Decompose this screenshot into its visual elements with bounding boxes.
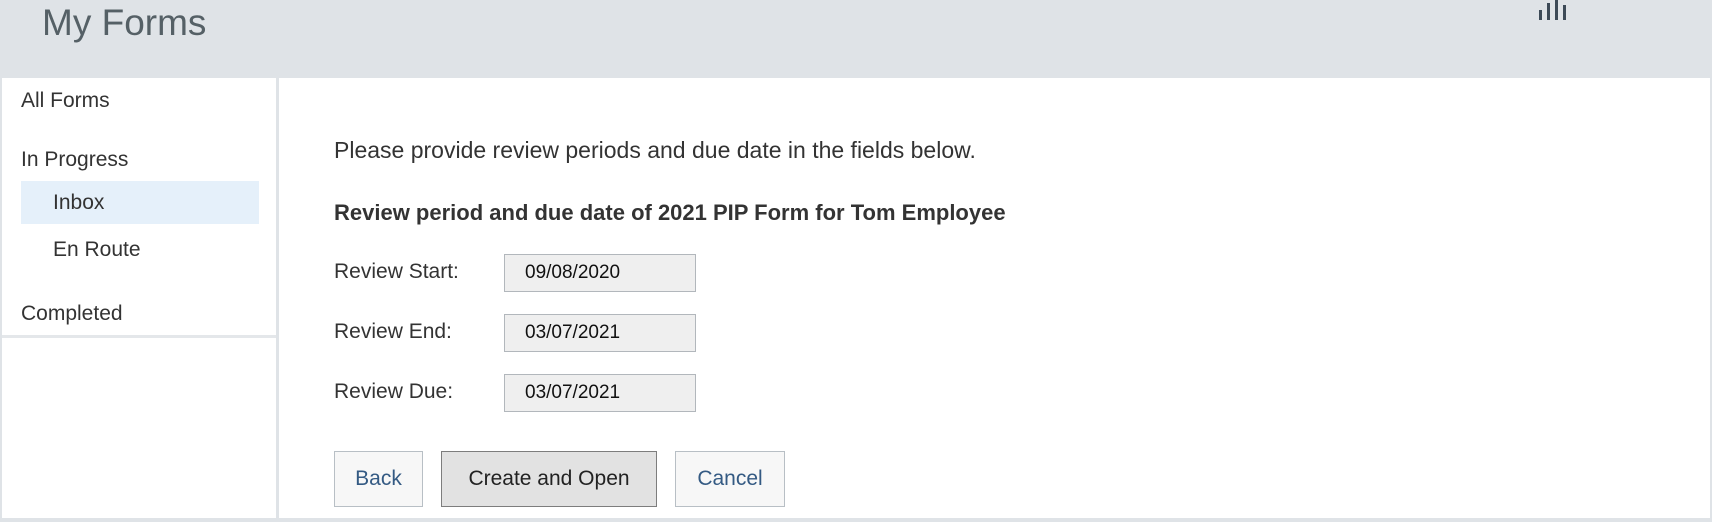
review-end-input[interactable] bbox=[504, 314, 696, 352]
review-due-input[interactable] bbox=[504, 374, 696, 412]
cancel-button[interactable]: Cancel bbox=[675, 451, 785, 507]
sidebar-item-en-route[interactable]: En Route bbox=[53, 237, 141, 263]
sidebar-divider bbox=[2, 335, 276, 338]
sidebar-item-completed[interactable]: Completed bbox=[21, 301, 123, 327]
header-bar: My Forms bbox=[0, 0, 1712, 78]
review-end-label: Review End: bbox=[334, 320, 452, 343]
bar-chart-icon[interactable] bbox=[1538, 0, 1570, 20]
create-and-open-button[interactable]: Create and Open bbox=[441, 451, 657, 507]
page-title: My Forms bbox=[42, 2, 207, 43]
back-button[interactable]: Back bbox=[334, 451, 423, 507]
sidebar-item-all-forms[interactable]: All Forms bbox=[21, 88, 110, 114]
sidebar-item-inbox[interactable]: Inbox bbox=[21, 181, 259, 224]
review-due-label: Review Due: bbox=[334, 380, 454, 403]
review-start-label: Review Start: bbox=[334, 260, 459, 283]
review-start-input[interactable] bbox=[504, 254, 696, 292]
sidebar bbox=[2, 78, 276, 518]
section-heading: Review period and due date of 2021 PIP F… bbox=[334, 200, 1006, 225]
sidebar-item-inbox-label: Inbox bbox=[53, 191, 105, 214]
bottom-border bbox=[0, 518, 1712, 522]
sidebar-item-in-progress[interactable]: In Progress bbox=[21, 147, 128, 173]
instruction-text: Please provide review periods and due da… bbox=[334, 137, 976, 163]
